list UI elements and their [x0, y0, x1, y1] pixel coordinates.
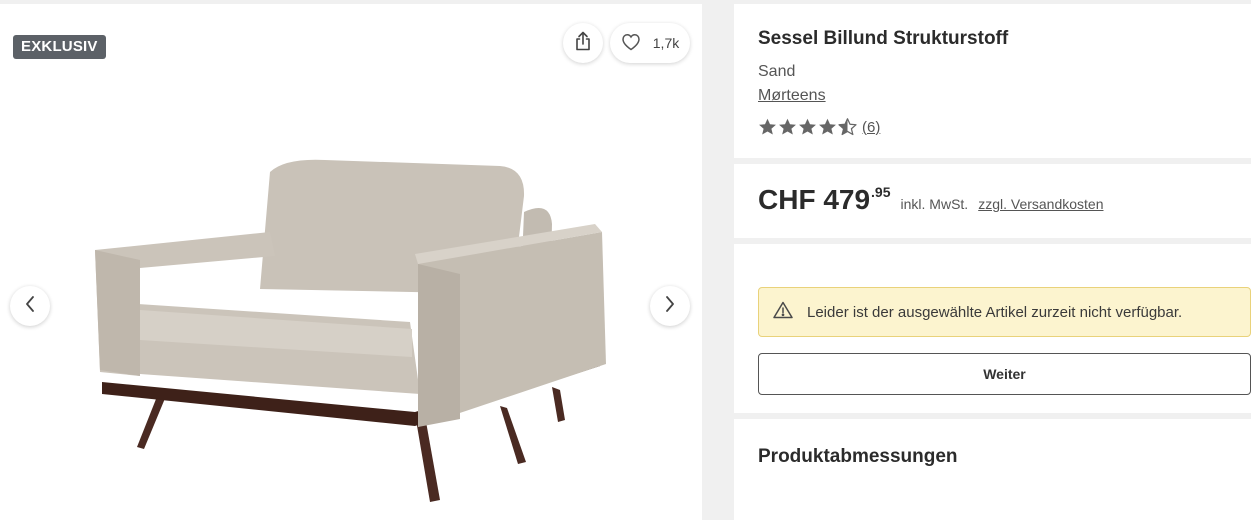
review-count-link[interactable]: (6)	[862, 119, 880, 136]
wishlist-button[interactable]: 1,7k	[610, 23, 690, 63]
half-star-icon	[838, 118, 857, 136]
price: CHF 479 .95 inkl. MwSt. zzgl. Versandkos…	[758, 184, 1104, 216]
share-button[interactable]	[563, 23, 603, 63]
star-icon	[799, 118, 816, 135]
dimensions-heading[interactable]: Produktabmessungen	[758, 446, 958, 468]
warning-icon	[773, 301, 793, 323]
heart-icon	[621, 33, 641, 54]
chevron-right-icon	[665, 295, 675, 317]
rating-stars[interactable]: (6)	[758, 118, 880, 136]
star-icon	[819, 118, 836, 135]
like-count: 1,7k	[652, 35, 680, 51]
price-panel: CHF 479 .95 inkl. MwSt. zzgl. Versandkos…	[734, 164, 1251, 238]
chevron-left-icon	[25, 295, 35, 317]
product-variant: Sand	[758, 63, 796, 80]
next-image-button[interactable]	[650, 286, 690, 326]
share-icon	[574, 31, 592, 56]
product-gallery: EXKLUSIV 1,7k	[0, 4, 702, 520]
product-title: Sessel Billund Strukturstoff	[758, 28, 1009, 49]
dimensions-panel: Produktabmessungen	[734, 419, 1251, 520]
star-icon	[759, 118, 776, 135]
previous-image-button[interactable]	[10, 286, 50, 326]
availability-panel: Leider ist der ausgewählte Artikel zurze…	[734, 244, 1251, 413]
continue-button[interactable]: Weiter	[758, 353, 1251, 395]
product-image	[95, 159, 606, 502]
shipping-costs-link[interactable]: zzgl. Versandkosten	[978, 196, 1103, 212]
unavailable-alert: Leider ist der ausgewählte Artikel zurze…	[758, 287, 1251, 337]
star-icon	[779, 118, 796, 135]
price-cents: .95	[871, 184, 891, 200]
alert-text: Leider ist der ausgewählte Artikel zurze…	[807, 303, 1183, 321]
price-amount: CHF 479	[758, 184, 871, 215]
product-info-panel: Sessel Billund Strukturstoff Sand Mørtee…	[734, 4, 1251, 158]
exclusive-badge: EXKLUSIV	[13, 35, 106, 59]
tax-note: inkl. MwSt.	[900, 196, 969, 212]
brand-link[interactable]: Mørteens	[758, 87, 826, 105]
